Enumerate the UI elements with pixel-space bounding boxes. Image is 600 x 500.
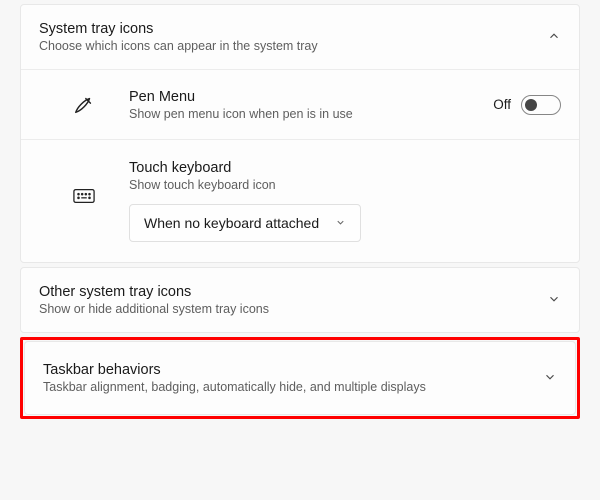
other-system-tray-icons-header[interactable]: Other system tray icons Show or hide add… — [21, 268, 579, 332]
section-title: Other system tray icons — [39, 284, 547, 300]
section-titles: Other system tray icons Show or hide add… — [39, 284, 547, 316]
chevron-up-icon — [547, 29, 561, 46]
touch-keyboard-select[interactable]: When no keyboard attached — [129, 204, 361, 242]
row-title: Pen Menu — [129, 89, 493, 105]
pen-menu-row: Pen Menu Show pen menu icon when pen is … — [21, 69, 579, 139]
toggle-state-label: Off — [493, 97, 511, 112]
select-value: When no keyboard attached — [144, 215, 319, 231]
pen-icon — [39, 94, 129, 116]
taskbar-behaviors-header[interactable]: Taskbar behaviors Taskbar alignment, bad… — [25, 342, 575, 414]
row-body: Touch keyboard Show touch keyboard icon … — [129, 160, 561, 242]
section-titles: Taskbar behaviors Taskbar alignment, bad… — [43, 362, 543, 394]
chevron-down-icon — [547, 292, 561, 309]
row-title: Touch keyboard — [129, 160, 561, 176]
row-trailing: Off — [493, 95, 561, 115]
chevron-down-icon — [543, 370, 557, 387]
row-subtitle: Show touch keyboard icon — [129, 178, 561, 192]
other-system-tray-icons-section: Other system tray icons Show or hide add… — [20, 267, 580, 333]
keyboard-icon — [39, 160, 129, 204]
taskbar-behaviors-section: Taskbar behaviors Taskbar alignment, bad… — [24, 341, 576, 415]
section-titles: System tray icons Choose which icons can… — [39, 21, 547, 53]
pen-menu-toggle[interactable] — [521, 95, 561, 115]
section-subtitle: Choose which icons can appear in the sys… — [39, 39, 547, 53]
section-subtitle: Taskbar alignment, badging, automaticall… — [43, 380, 543, 394]
row-subtitle: Show pen menu icon when pen is in use — [129, 107, 493, 121]
section-subtitle: Show or hide additional system tray icon… — [39, 302, 547, 316]
chevron-down-icon — [335, 215, 346, 231]
toggle-knob — [525, 99, 537, 111]
taskbar-behaviors-highlight: Taskbar behaviors Taskbar alignment, bad… — [20, 337, 580, 419]
row-body: Pen Menu Show pen menu icon when pen is … — [129, 89, 493, 121]
system-tray-icons-section: System tray icons Choose which icons can… — [20, 4, 580, 263]
section-title: System tray icons — [39, 21, 547, 37]
section-title: Taskbar behaviors — [43, 362, 543, 378]
system-tray-icons-header[interactable]: System tray icons Choose which icons can… — [21, 5, 579, 69]
touch-keyboard-row: Touch keyboard Show touch keyboard icon … — [21, 139, 579, 262]
